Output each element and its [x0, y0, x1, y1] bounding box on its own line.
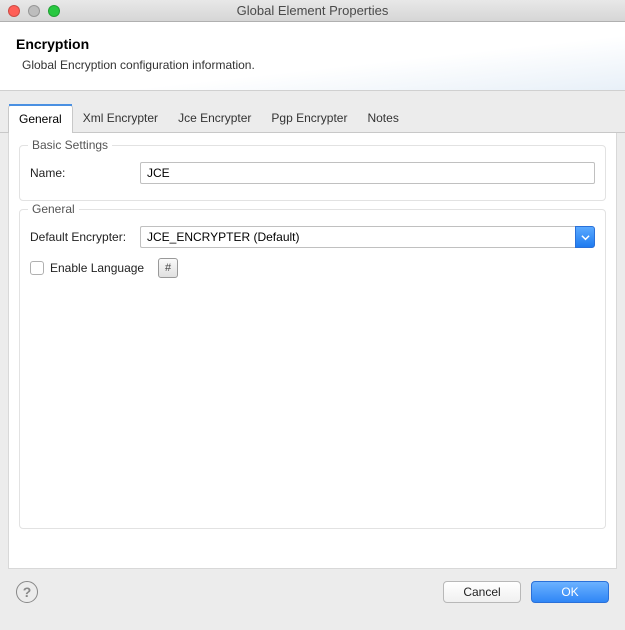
tab-notes[interactable]: Notes — [357, 105, 408, 133]
page-subtitle: Global Encryption configuration informat… — [22, 58, 609, 72]
ok-label: OK — [561, 585, 578, 599]
default-encrypter-row: Default Encrypter: — [30, 226, 595, 248]
name-row: Name: — [30, 162, 595, 184]
tab-pgp-encrypter[interactable]: Pgp Encrypter — [261, 105, 357, 133]
window-title: Global Element Properties — [8, 3, 617, 18]
page-title: Encryption — [16, 36, 609, 52]
help-icon: ? — [23, 584, 32, 600]
name-label: Name: — [30, 166, 140, 180]
chevron-down-icon — [581, 233, 590, 242]
default-encrypter-select-wrap — [140, 226, 595, 248]
tab-xml-encrypter[interactable]: Xml Encrypter — [73, 105, 168, 133]
cancel-label: Cancel — [463, 585, 500, 599]
zoom-icon[interactable] — [48, 5, 60, 17]
enable-language-row: Enable Language # — [30, 258, 595, 278]
tab-content: Basic Settings Name: General Default Enc… — [8, 133, 617, 569]
dropdown-toggle-button[interactable] — [575, 226, 595, 248]
name-input[interactable] — [140, 162, 595, 184]
expression-button[interactable]: # — [158, 258, 178, 278]
default-encrypter-label: Default Encrypter: — [30, 230, 140, 244]
default-encrypter-select[interactable] — [140, 226, 575, 248]
ok-button[interactable]: OK — [531, 581, 609, 603]
window-controls — [8, 5, 60, 17]
basic-settings-legend: Basic Settings — [28, 138, 112, 152]
tab-general[interactable]: General — [8, 105, 73, 133]
help-button[interactable]: ? — [16, 581, 38, 603]
tab-bar: General Xml Encrypter Jce Encrypter Pgp … — [0, 105, 625, 133]
enable-language-checkbox[interactable] — [30, 261, 44, 275]
basic-settings-group: Basic Settings Name: — [19, 145, 606, 201]
enable-language-label: Enable Language — [50, 261, 144, 275]
general-group: General Default Encrypter: Enable Langua… — [19, 209, 606, 529]
minimize-icon — [28, 5, 40, 17]
hash-icon: # — [165, 262, 171, 274]
dialog-footer: ? Cancel OK — [0, 569, 625, 615]
close-icon[interactable] — [8, 5, 20, 17]
titlebar: Global Element Properties — [0, 0, 625, 22]
cancel-button[interactable]: Cancel — [443, 581, 521, 603]
general-legend: General — [28, 202, 79, 216]
tab-jce-encrypter[interactable]: Jce Encrypter — [168, 105, 261, 133]
dialog-header: Encryption Global Encryption configurati… — [0, 22, 625, 91]
